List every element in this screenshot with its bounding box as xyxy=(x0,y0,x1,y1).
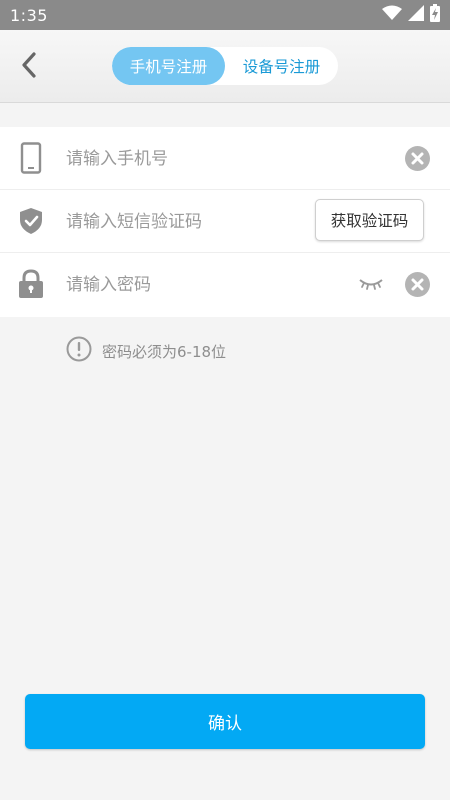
password-input[interactable] xyxy=(64,265,328,305)
battery-charging-icon xyxy=(430,4,440,26)
password-row xyxy=(0,253,450,317)
phone-row xyxy=(0,127,450,190)
sms-code-input[interactable] xyxy=(64,202,328,242)
sms-code-row: 获取验证码 xyxy=(0,190,450,253)
tab-phone-registration[interactable]: 手机号注册 xyxy=(112,47,225,85)
password-hint-text: 密码必须为6-18位 xyxy=(102,342,227,361)
get-verification-code-button[interactable]: 获取验证码 xyxy=(315,199,424,241)
eye-closed-icon[interactable] xyxy=(358,275,384,293)
password-hint: 密码必须为6-18位 xyxy=(66,336,227,366)
header: 手机号注册 设备号注册 xyxy=(0,30,450,103)
clear-password-icon[interactable] xyxy=(405,272,430,297)
status-time: 1:35 xyxy=(10,5,48,25)
cellular-signal-icon xyxy=(408,5,424,25)
shield-check-icon xyxy=(16,204,46,238)
confirm-button[interactable]: 确认 xyxy=(25,694,425,749)
back-arrow-icon xyxy=(20,51,38,83)
wifi-icon xyxy=(382,5,402,25)
exclamation-circle-icon xyxy=(66,336,92,366)
clear-phone-icon[interactable] xyxy=(405,146,430,171)
phone-icon xyxy=(16,141,46,175)
status-icons xyxy=(382,4,440,26)
tab-device-registration[interactable]: 设备号注册 xyxy=(225,47,338,85)
lock-icon xyxy=(16,267,46,301)
registration-form: 获取验证码 xyxy=(0,127,450,317)
status-bar: 1:35 xyxy=(0,0,450,30)
back-button[interactable] xyxy=(12,50,46,84)
registration-tabs: 手机号注册 设备号注册 xyxy=(112,47,338,85)
phone-input[interactable] xyxy=(64,139,328,179)
